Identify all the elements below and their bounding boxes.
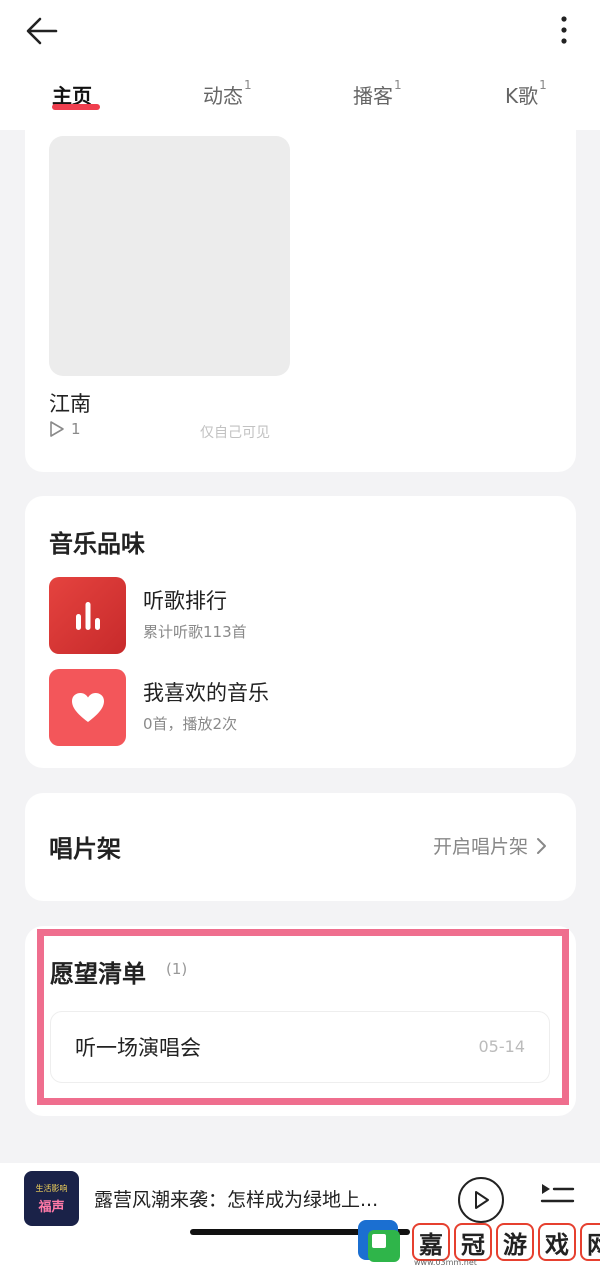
bar-chart-icon [49, 577, 126, 654]
arrow-left-icon [26, 17, 58, 45]
tab-karaoke-label: K歌 [505, 84, 539, 108]
song-card[interactable]: 江南 1 仅自己可见 [25, 116, 576, 472]
watermark-text: 嘉 冠 游 戏 网 [412, 1223, 600, 1261]
listening-rank-item[interactable]: 听歌排行 累计听歌113首 [49, 577, 549, 655]
tab-karaoke[interactable]: K歌1 [505, 78, 547, 120]
chevron-right-icon [537, 837, 546, 854]
watermark-char: 游 [496, 1223, 534, 1261]
wishlist-item-date: 05-14 [478, 1037, 526, 1056]
play-icon [50, 421, 64, 437]
record-shelf-card: 唱片架 开启唱片架 [25, 793, 576, 901]
watermark-char: 网 [580, 1223, 600, 1261]
album-art-text-bottom: 福声 [38, 1199, 65, 1215]
music-taste-title: 音乐品味 [49, 530, 145, 558]
wishlist-item-title: 听一场演唱会 [75, 1036, 201, 1060]
watermark-char: 戏 [538, 1223, 576, 1261]
listening-rank-title: 听歌排行 [143, 589, 227, 613]
play-count: 1 [49, 420, 81, 438]
tab-podcast-label: 播客 [353, 84, 393, 108]
wishlist-title: 愿望清单 [50, 960, 146, 988]
listening-rank-subtitle: 累计听歌113首 [143, 623, 247, 641]
tab-bar: 主页 动态1 播客1 K歌1 [0, 78, 600, 120]
liked-music-item[interactable]: 我喜欢的音乐 0首，播放2次 [49, 669, 549, 747]
wishlist-count: (1) [166, 960, 188, 978]
tab-activity-badge: 1 [244, 78, 252, 92]
open-record-shelf-label: 开启唱片架 [432, 836, 528, 858]
watermark-char: 嘉 [412, 1223, 450, 1261]
more-vertical-icon [561, 16, 567, 44]
visibility-label: 仅自己可见 [200, 425, 270, 441]
site-watermark: 嘉 冠 游 戏 网 [354, 1212, 600, 1272]
watermark-char: 冠 [454, 1223, 492, 1261]
playlist-button[interactable] [540, 1181, 576, 1211]
heart-icon [49, 669, 126, 746]
album-art-text-top: 生活影响 [35, 1183, 68, 1193]
active-tab-indicator [52, 104, 100, 110]
play-count-value: 1 [71, 420, 81, 438]
open-record-shelf-button[interactable]: 开启唱片架 [433, 832, 548, 859]
playlist-icon [540, 1184, 575, 1203]
tab-podcast-badge: 1 [394, 78, 402, 92]
top-bar: 主页 动态1 播客1 K歌1 [0, 0, 600, 130]
tab-karaoke-badge: 1 [539, 78, 547, 92]
tab-podcast[interactable]: 播客1 [353, 78, 402, 120]
tab-home[interactable]: 主页 [52, 80, 92, 120]
watermark-url: www.03mm.net [414, 1258, 477, 1267]
music-taste-card: 音乐品味 听歌排行 累计听歌113首 我喜欢的音乐 0首，播放2次 [25, 496, 576, 768]
play-icon [475, 1191, 489, 1209]
tab-activity[interactable]: 动态1 [203, 78, 252, 120]
watermark-logo [354, 1216, 406, 1268]
now-playing-title: 露营风潮来袭：怎样成为绿地上... [94, 1189, 379, 1211]
song-title: 江南 [49, 392, 91, 416]
more-options-button[interactable] [550, 12, 578, 52]
song-cover[interactable] [49, 136, 290, 376]
record-shelf-title: 唱片架 [49, 835, 121, 863]
liked-music-subtitle: 0首，播放2次 [143, 715, 238, 733]
back-button[interactable] [22, 12, 62, 52]
liked-music-title: 我喜欢的音乐 [143, 681, 269, 705]
album-art[interactable]: 生活影响 福声 [24, 1171, 79, 1226]
tab-activity-label: 动态 [203, 84, 243, 108]
wishlist-item[interactable]: 听一场演唱会 05-14 [50, 1011, 550, 1083]
